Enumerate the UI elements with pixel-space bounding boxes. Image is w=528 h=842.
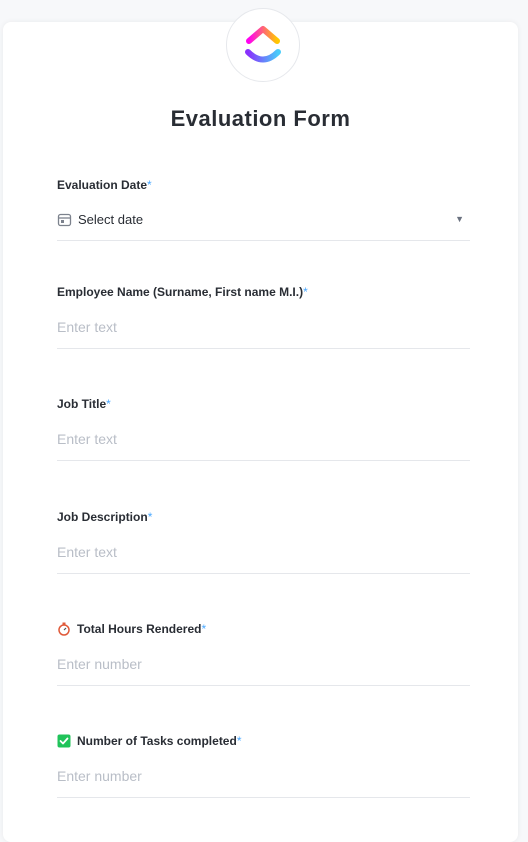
field-job-title: Job Title* Enter text: [57, 397, 470, 461]
page-title: Evaluation Form: [170, 106, 351, 131]
required-mark: *: [147, 510, 153, 524]
field-label: Total Hours Rendered*: [57, 622, 470, 636]
tasks-completed-input[interactable]: Enter number: [57, 764, 470, 798]
job-title-input[interactable]: Enter text: [57, 427, 470, 461]
logo-badge: [226, 8, 300, 82]
field-job-description: Job Description* Enter text: [57, 510, 470, 574]
field-label: Job Description*: [57, 510, 153, 524]
required-mark: *: [201, 622, 207, 636]
checkbox-icon: [57, 734, 71, 748]
field-tasks-completed: Number of Tasks completed* Enter number: [57, 734, 470, 798]
employee-name-input[interactable]: Enter text: [57, 315, 470, 349]
field-label: Number of Tasks completed*: [57, 734, 470, 748]
field-employee-name: Employee Name (Surname, First name M.I.)…: [57, 285, 470, 349]
field-label: Evaluation Date*: [57, 178, 152, 192]
field-total-hours: Total Hours Rendered* Enter number: [57, 622, 470, 686]
required-mark: *: [236, 734, 242, 748]
field-label: Employee Name (Surname, First name M.I.)…: [57, 285, 308, 299]
required-mark: *: [106, 397, 111, 411]
chevron-down-icon: ▼: [455, 214, 464, 224]
field-label: Job Title*: [57, 397, 111, 411]
field-evaluation-date: Evaluation Date* Select date ▼: [57, 178, 470, 241]
required-mark: *: [303, 285, 308, 299]
date-picker[interactable]: Select date ▼: [57, 204, 470, 241]
clickup-logo-icon: [245, 26, 281, 63]
required-mark: *: [147, 178, 152, 192]
calendar-icon: [57, 213, 72, 226]
stopwatch-icon: [58, 622, 70, 636]
total-hours-input[interactable]: Enter number: [57, 652, 470, 686]
form-card: Evaluation Form Evaluation Date* Select …: [3, 8, 518, 842]
job-description-input[interactable]: Enter text: [57, 540, 470, 574]
date-value: Select date: [78, 211, 144, 227]
